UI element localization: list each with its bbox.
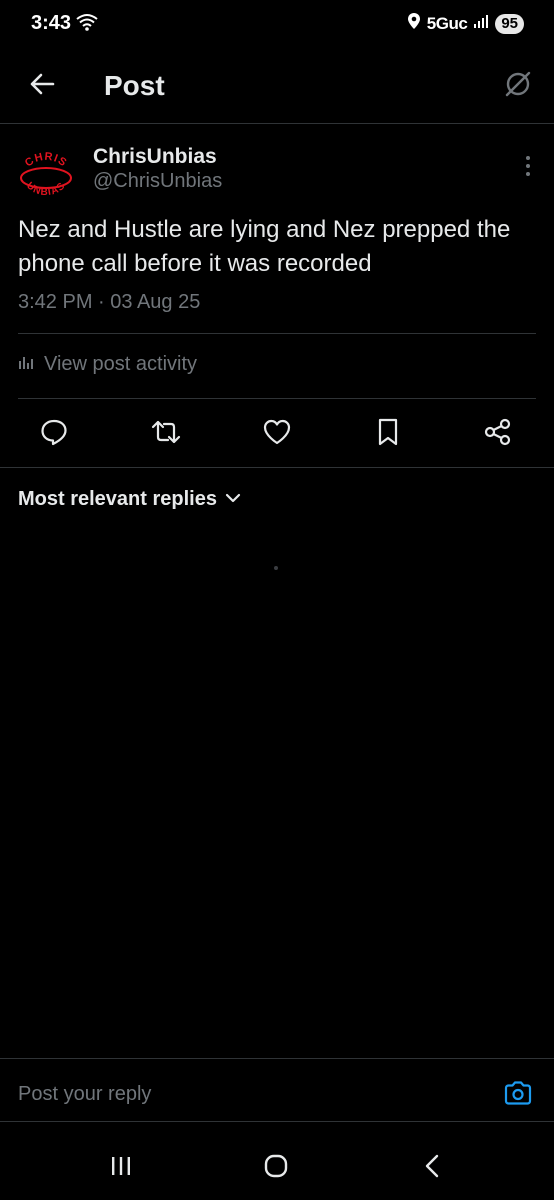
status-right: 5Guc 95 (407, 12, 524, 35)
top-header: Post (0, 56, 554, 116)
camera-icon (503, 1079, 533, 1112)
chevron-left-icon (423, 1153, 441, 1184)
reply-button[interactable] (32, 412, 76, 456)
repost-icon (150, 417, 182, 452)
network-type: 5Guc (426, 13, 468, 33)
loading-indicator (274, 566, 278, 570)
reply-composer (0, 1058, 554, 1122)
post-timestamp[interactable]: 3:42 PM · 03 Aug 25 (18, 291, 200, 314)
like-button[interactable] (255, 412, 299, 456)
back-arrow-icon (29, 72, 55, 101)
bookmark-button[interactable] (366, 412, 410, 456)
battery-badge: 95 (495, 13, 524, 34)
svg-text:CHRIS: CHRIS (23, 151, 69, 170)
analytics-icon (18, 354, 36, 375)
recent-apps-icon (109, 1155, 133, 1182)
reply-icon (39, 417, 69, 452)
replies-sort-label: Most relevant replies (18, 488, 217, 510)
post-actions (0, 412, 554, 456)
wifi-icon (76, 12, 98, 37)
reply-input[interactable] (18, 1083, 438, 1106)
share-button[interactable] (476, 412, 520, 456)
actions-divider (0, 467, 554, 468)
system-nav-bar (0, 1130, 554, 1200)
activity-label: View post activity (44, 353, 198, 375)
more-dot-icon (526, 164, 530, 168)
bookmark-icon (376, 417, 400, 452)
activity-divider (18, 398, 536, 399)
home-icon (263, 1153, 289, 1184)
view-activity-link[interactable]: View post activity (18, 353, 197, 376)
page-title: Post (104, 70, 165, 101)
more-dot-icon (526, 156, 530, 160)
more-dot-icon (526, 172, 530, 176)
status-time: 3:43 (31, 12, 72, 34)
status-bar: 3:43 5Guc 95 (0, 0, 554, 48)
chris-unbias-logo: CHRIS UNBIAS (20, 151, 72, 198)
signal-icon (473, 13, 489, 34)
share-icon (483, 417, 513, 452)
header-divider (0, 123, 554, 124)
back-nav-button[interactable] (412, 1148, 452, 1188)
back-button[interactable] (22, 66, 62, 106)
recent-apps-button[interactable] (101, 1148, 141, 1188)
timestamp-divider (18, 333, 536, 334)
author-handle[interactable]: @ChrisUnbias (93, 170, 222, 193)
more-options-button[interactable] (516, 152, 540, 180)
author-name[interactable]: ChrisUnbias (93, 145, 217, 169)
post-text: Nez and Hustle are lying and Nez prepped… (18, 216, 511, 277)
camera-button[interactable] (502, 1079, 534, 1111)
location-icon (407, 12, 421, 35)
repost-button[interactable] (144, 412, 188, 456)
chevron-down-icon (225, 491, 241, 509)
grok-icon (503, 69, 533, 104)
replies-sort-dropdown[interactable]: Most relevant replies (18, 488, 241, 511)
avatar[interactable]: CHRIS UNBIAS (16, 148, 76, 208)
home-button[interactable] (256, 1148, 296, 1188)
like-icon (262, 418, 292, 451)
svg-text:UNBIAS: UNBIAS (24, 180, 68, 198)
grok-button[interactable] (498, 66, 538, 106)
